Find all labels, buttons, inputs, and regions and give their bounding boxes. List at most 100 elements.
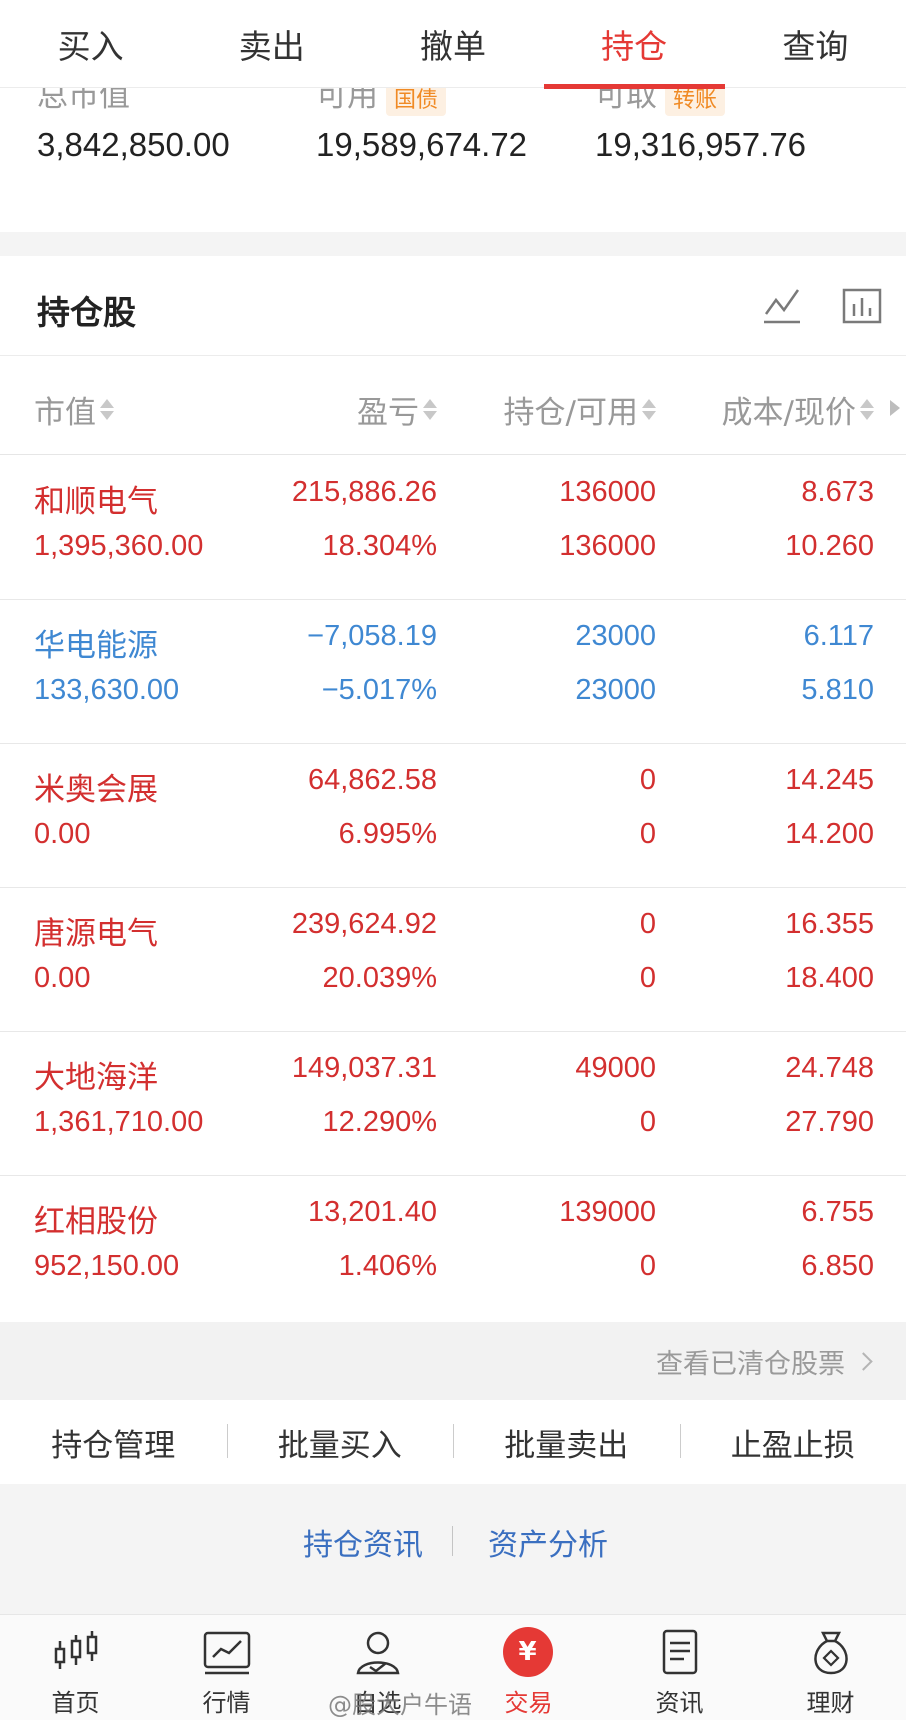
stock-market-value: 0.00 xyxy=(34,962,91,994)
cleared-section: 查看已清仓股票 xyxy=(0,1322,906,1400)
stock-pnl: 64,862.58 xyxy=(307,764,437,796)
sort-icon xyxy=(642,399,656,420)
stock-market-value: 952,150.00 xyxy=(34,1250,180,1282)
sort-icon xyxy=(860,399,874,420)
stock-name: 米奥会展 xyxy=(34,772,158,808)
available-value: 19,589,674.72 xyxy=(316,126,528,163)
holding-row[interactable]: 大地海洋 1,361,710.00 149,037.31 12.290% 490… xyxy=(0,1032,906,1176)
column-position[interactable]: 持仓/可用 xyxy=(504,387,656,432)
holding-row[interactable]: 唐源电气 0.00 239,624.92 20.039% 0 0 16.355 … xyxy=(0,888,906,1032)
stock-name: 唐源电气 xyxy=(34,916,158,952)
holdings-column-header: 市值 盈亏 持仓/可用 成本/现价 xyxy=(0,357,906,455)
tab-sell[interactable]: 卖出 xyxy=(181,0,362,88)
holdings-header: 持仓股 xyxy=(0,256,906,356)
stock-pnl: 215,886.26 xyxy=(291,476,437,508)
market-value: 3,842,850.00 xyxy=(37,126,230,163)
withdrawable-value: 19,316,957.76 xyxy=(595,126,807,163)
stock-market-value: 1,395,360.00 xyxy=(34,530,204,562)
holdings-action-bar: 持仓管理 批量买入 批量卖出 止盈止损 xyxy=(0,1400,906,1484)
stock-available: 0 xyxy=(639,818,656,850)
stock-name: 红相股份 xyxy=(34,1204,158,1240)
column-market-value[interactable]: 市值 xyxy=(34,387,114,432)
stock-position: 23000 xyxy=(575,620,656,652)
column-cost-price[interactable]: 成本/现价 xyxy=(722,387,874,432)
document-icon xyxy=(662,1629,697,1675)
stock-name: 大地海洋 xyxy=(34,1060,158,1096)
scroll-right-icon[interactable] xyxy=(890,400,900,416)
take-profit-stop-loss-button[interactable]: 止盈止损 xyxy=(679,1420,906,1465)
stock-price: 6.850 xyxy=(801,1250,874,1282)
nav-news[interactable]: 资讯 xyxy=(604,1615,755,1720)
stock-price: 10.260 xyxy=(785,530,874,562)
stock-available: 136000 xyxy=(559,530,656,562)
trade-tabs: 买入 卖出 撤单 持仓 查询 xyxy=(0,0,906,89)
stock-cost: 16.355 xyxy=(785,908,874,940)
watermark: @股大户牛语 xyxy=(328,1691,472,1719)
stock-cost: 24.748 xyxy=(785,1052,874,1084)
stock-name: 和顺电气 xyxy=(34,484,158,520)
holding-row[interactable]: 和顺电气 1,395,360.00 215,886.26 18.304% 136… xyxy=(0,456,906,600)
holdings-title: 持仓股 xyxy=(37,293,136,332)
stock-available: 0 xyxy=(639,1250,656,1282)
asset-analysis-link[interactable]: 资产分析 xyxy=(488,1520,608,1564)
stock-pnl: 149,037.31 xyxy=(291,1052,437,1084)
money-bag-icon xyxy=(813,1631,848,1675)
stock-cost: 6.117 xyxy=(803,620,874,652)
stock-position: 0 xyxy=(639,764,656,796)
holding-news-link[interactable]: 持仓资讯 xyxy=(303,1520,423,1564)
nav-home[interactable]: 首页 xyxy=(0,1615,151,1720)
stock-position: 49000 xyxy=(575,1052,656,1084)
stock-pnl-pct: 18.304% xyxy=(322,530,438,562)
stock-position: 0 xyxy=(639,908,656,940)
stock-pnl: 239,624.92 xyxy=(291,908,437,940)
stock-position: 139000 xyxy=(559,1196,656,1228)
stock-position: 136000 xyxy=(559,476,656,508)
trend-line-icon[interactable] xyxy=(760,284,804,328)
stock-pnl-pct: 6.995% xyxy=(338,818,437,850)
section-gap xyxy=(0,232,906,256)
stock-available: 0 xyxy=(639,962,656,994)
stock-price: 14.200 xyxy=(785,818,874,850)
stock-pnl-pct: 1.406% xyxy=(338,1250,437,1282)
stock-pnl: 13,201.40 xyxy=(307,1196,437,1228)
yuan-icon: ¥ xyxy=(502,1627,555,1677)
holding-row[interactable]: 红相股份 952,150.00 13,201.40 1.406% 139000 … xyxy=(0,1176,906,1320)
stock-pnl-pct: 20.039% xyxy=(322,962,438,994)
tab-cancel[interactable]: 撤单 xyxy=(362,0,543,88)
stock-price: 18.400 xyxy=(785,962,874,994)
batch-sell-button[interactable]: 批量卖出 xyxy=(453,1420,680,1465)
stock-pnl: −7,058.19 xyxy=(307,620,437,652)
stock-cost: 8.673 xyxy=(801,476,874,508)
stock-available: 0 xyxy=(639,1106,656,1138)
position-management-button[interactable]: 持仓管理 xyxy=(0,1420,227,1465)
stock-available: 23000 xyxy=(575,674,656,706)
stock-market-value: 133,630.00 xyxy=(34,674,180,706)
holding-row[interactable]: 华电能源 133,630.00 −7,058.19 −5.017% 23000 … xyxy=(0,600,906,744)
user-check-icon xyxy=(356,1631,399,1675)
stock-pnl-pct: 12.290% xyxy=(322,1106,438,1138)
tab-buy[interactable]: 买入 xyxy=(0,0,181,88)
tab-holdings[interactable]: 持仓 xyxy=(543,0,725,89)
nav-trade[interactable]: ¥ 交易 xyxy=(453,1615,604,1720)
batch-buy-button[interactable]: 批量买入 xyxy=(226,1420,454,1465)
tab-query[interactable]: 查询 xyxy=(725,0,906,88)
stock-cost: 14.245 xyxy=(785,764,874,796)
sort-icon xyxy=(100,399,114,420)
stock-market-value: 0.00 xyxy=(34,818,91,850)
bar-chart-icon[interactable] xyxy=(840,284,884,328)
nav-market[interactable]: 行情 xyxy=(151,1615,302,1720)
candlestick-icon xyxy=(54,1631,97,1669)
stock-pnl-pct: −5.017% xyxy=(321,674,437,706)
chevron-right-icon xyxy=(854,1352,873,1371)
stock-cost: 6.755 xyxy=(801,1196,874,1228)
link-divider xyxy=(452,1526,453,1556)
column-pnl[interactable]: 盈亏 xyxy=(357,387,437,432)
stock-market-value: 1,361,710.00 xyxy=(34,1106,204,1138)
holdings-list: 和顺电气 1,395,360.00 215,886.26 18.304% 136… xyxy=(0,456,906,1320)
view-cleared-stocks-link[interactable]: 查看已清仓股票 xyxy=(656,1342,873,1381)
holding-row[interactable]: 米奥会展 0.00 64,862.58 6.995% 0 0 14.245 14… xyxy=(0,744,906,888)
stock-price: 5.810 xyxy=(801,674,874,706)
links-band: 持仓资讯 资产分析 xyxy=(0,1484,906,1614)
nav-wealth[interactable]: 理财 xyxy=(755,1615,906,1720)
stock-price: 27.790 xyxy=(785,1106,874,1138)
